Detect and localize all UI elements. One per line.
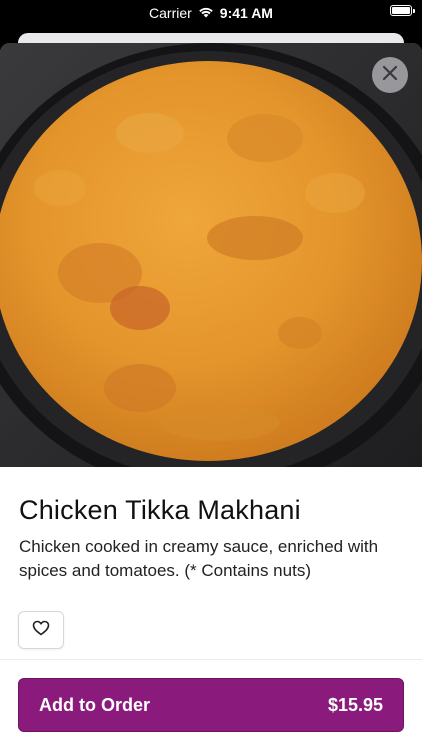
item-detail-sheet: Chicken Tikka Makhani Chicken cooked in … xyxy=(0,43,422,750)
item-description: Chicken cooked in creamy sauce, enriched… xyxy=(19,537,379,580)
dish-illustration xyxy=(0,43,422,467)
heart-icon xyxy=(32,620,50,641)
status-center: Carrier 9:41 AM xyxy=(0,3,422,23)
item-price: $15.95 xyxy=(327,694,383,715)
carrier-label: Carrier xyxy=(149,5,192,21)
dish-photo xyxy=(0,43,422,467)
favorite-button[interactable] xyxy=(18,611,64,649)
add-to-order-label: Add to Order xyxy=(39,694,150,715)
add-to-order-button[interactable]: Add to Order $15.95 xyxy=(18,678,404,732)
wifi-icon xyxy=(198,5,214,21)
status-time: 9:41 AM xyxy=(219,5,273,21)
close-icon xyxy=(382,65,398,86)
divider xyxy=(0,659,422,660)
battery-icon xyxy=(390,5,415,16)
close-button[interactable] xyxy=(372,57,408,93)
item-title: Chicken Tikka Makhani xyxy=(19,495,301,525)
